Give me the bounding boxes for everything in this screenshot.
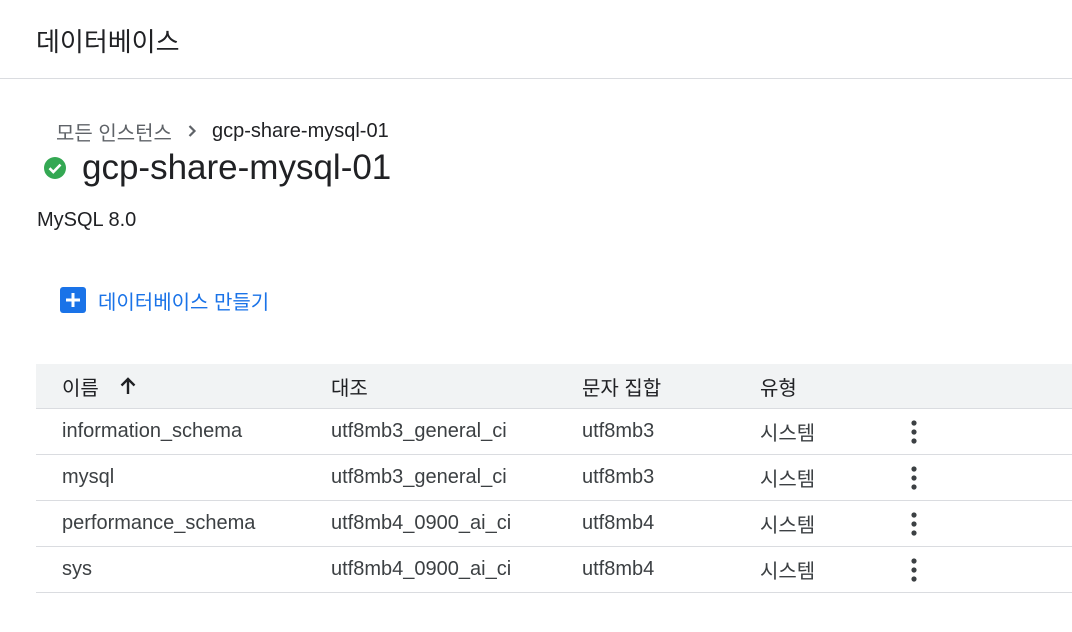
breadcrumb-all-instances-link[interactable]: 모든 인스턴스: [56, 117, 172, 146]
database-collation: utf8mb3_general_ci: [331, 420, 507, 442]
column-header-charset: 문자 집합: [582, 377, 662, 400]
database-collation: utf8mb4_0900_ai_ci: [331, 512, 512, 534]
database-name: information_schema: [62, 420, 243, 442]
database-type: 시스템: [760, 423, 816, 445]
more-vert-icon[interactable]: [902, 501, 926, 546]
column-header-collation: 대조: [331, 377, 368, 400]
instance-version: MySQL 8.0: [37, 209, 137, 231]
more-vert-icon[interactable]: [902, 547, 926, 592]
column-header-type: 유형: [760, 377, 797, 400]
database-collation: utf8mb3_general_ci: [331, 466, 507, 488]
database-charset: utf8mb3: [582, 420, 655, 442]
column-header-name-label: 이름: [62, 377, 99, 400]
breadcrumb: 모든 인스턴스 gcp-share-mysql-01: [56, 117, 389, 145]
column-header-name[interactable]: 이름: [62, 364, 139, 408]
more-vert-icon[interactable]: [902, 409, 926, 454]
database-charset: utf8mb4: [582, 558, 655, 580]
create-database-button[interactable]: 데이터베이스 만들기: [56, 283, 269, 317]
database-charset: utf8mb4: [582, 512, 655, 534]
arrow-up-icon[interactable]: [117, 375, 139, 397]
page-header: 데이터베이스: [0, 0, 1072, 79]
database-name: sys: [62, 558, 92, 580]
breadcrumb-current: gcp-share-mysql-01: [211, 119, 389, 142]
page-title: gcp-share-mysql-01: [82, 148, 392, 187]
create-database-label: 데이터베이스 만들기: [98, 291, 270, 314]
database-name: mysql: [62, 466, 115, 488]
database-name: performance_schema: [62, 512, 256, 534]
plus-box-icon: [56, 283, 90, 317]
header-title: 데이터베이스: [36, 27, 180, 57]
more-vert-icon[interactable]: [902, 455, 926, 500]
check-circle-icon: [42, 155, 68, 181]
database-type: 시스템: [760, 515, 816, 537]
table-row: mysql utf8mb3_general_ci utf8mb3 시스템: [36, 455, 1072, 501]
table-row: information_schema utf8mb3_general_ci ut…: [36, 409, 1072, 455]
chevron-right-icon: [172, 124, 212, 138]
instance-title-row: gcp-share-mysql-01: [42, 148, 391, 188]
table-header-row: 이름 대조 문자 집합 유형: [36, 364, 1072, 409]
database-type: 시스템: [760, 561, 816, 583]
table-row: performance_schema utf8mb4_0900_ai_ci ut…: [36, 501, 1072, 547]
table-row: sys utf8mb4_0900_ai_ci utf8mb4 시스템: [36, 547, 1072, 593]
database-collation: utf8mb4_0900_ai_ci: [331, 558, 512, 580]
database-charset: utf8mb3: [582, 466, 655, 488]
database-type: 시스템: [760, 469, 816, 491]
databases-table: 이름 대조 문자 집합 유형 information_schema utf8mb…: [36, 364, 1072, 593]
